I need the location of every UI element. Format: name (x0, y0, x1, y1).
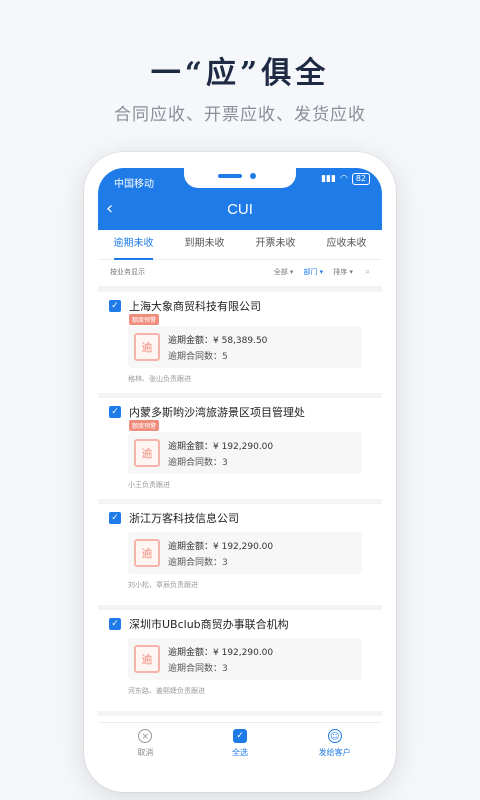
checkbox[interactable]: ✓ (109, 300, 121, 312)
overdue-count: 逾期合同数：3 (168, 458, 228, 468)
select-all-button[interactable]: ✓ 全选 (193, 723, 288, 780)
overdue-amount: 逾期金额：¥ 58,389.50 (168, 336, 268, 346)
tab-invoiced[interactable]: 开票未收 (240, 230, 311, 259)
send-to-customer-button[interactable]: ☺ 发给客户 (287, 723, 382, 780)
overdue-count: 逾期合同数：3 (168, 664, 228, 674)
list-item[interactable]: ✓ 深圳市UBclub商贸办事联合机构 逾 逾期金额：¥ 192,290.00 … (98, 610, 382, 716)
overdue-card: 逾 逾期金额：¥ 192,290.00 逾期合同数：3 (128, 638, 362, 680)
overdue-calendar-icon: 逾 (134, 333, 160, 361)
signal-icon: ▮▮▮ (321, 174, 336, 184)
followers-text: 格林、张山负责跟进 (128, 375, 191, 383)
bottom-action-bar: × 取消 ✓ 全选 ☺ 发给客户 (98, 722, 382, 780)
filter-all[interactable]: 全部 ▾ (274, 267, 294, 277)
wifi-icon: ◠ (339, 174, 348, 184)
phone-frame: 中国移动 ▮▮▮ ◠ 82 ‹ CUI 逾期未收 到期未收 开票未收 应收未收 … (84, 152, 396, 792)
warning-badge: 额度预警 (129, 420, 160, 431)
company-name: 上海大象商贸科技有限公司 (129, 300, 261, 313)
followers-text: 刘小松、章辰负责跟进 (128, 581, 198, 589)
overdue-card: 逾 逾期金额：¥ 192,290.00 逾期合同数：3 (128, 432, 362, 474)
checkbox[interactable]: ✓ (109, 618, 121, 630)
overdue-calendar-icon: 逾 (134, 645, 160, 673)
followers-text: 小王负责跟进 (128, 481, 170, 489)
tab-bar: 逾期未收 到期未收 开票未收 应收未收 (98, 230, 382, 260)
promo-headline: 一“应”俱全 (150, 56, 330, 91)
check-icon: ✓ (233, 729, 247, 743)
cancel-label: 取消 (137, 748, 154, 757)
filter-bar: 按业务显示 全部 ▾ 部门 ▾ 排序 ▾ ⌕ (98, 260, 382, 284)
overdue-amount: 逾期金额：¥ 192,290.00 (168, 542, 274, 552)
overdue-amount: 逾期金额：¥ 192,290.00 (168, 648, 274, 658)
checkbox[interactable]: ✓ (109, 406, 121, 418)
page-title: CUI (227, 201, 253, 218)
customer-list: ✓ 上海大象商贸科技有限公司 额度预警 逾 逾期金额：¥ 58,389.50 逾… (98, 292, 382, 716)
promo-subline: 合同应收、开票应收、发货应收 (114, 105, 366, 125)
phone-notch (184, 168, 296, 188)
overdue-count: 逾期合同数：5 (168, 352, 228, 362)
followers-text: 河东路、姜熙婕负责跟进 (128, 687, 205, 695)
select-all-label: 全选 (232, 748, 248, 757)
company-name: 深圳市UBclub商贸办事联合机构 (129, 618, 289, 631)
status-icons: ▮▮▮ ◠ 82 (321, 173, 370, 185)
app-screen: 中国移动 ▮▮▮ ◠ 82 ‹ CUI 逾期未收 到期未收 开票未收 应收未收 … (98, 168, 382, 780)
company-name: 内蒙多斯哟沙湾旅游景区项目管理处 (129, 406, 305, 419)
camera-icon (250, 173, 256, 179)
filter-sort[interactable]: 排序 ▾ (333, 267, 353, 277)
list-item[interactable]: ✓ 内蒙多斯哟沙湾旅游景区项目管理处 额度预警 逾 逾期金额：¥ 192,290… (98, 398, 382, 504)
company-name: 浙江万客科技信息公司 (129, 512, 239, 525)
list-item[interactable]: ✓ 浙江万客科技信息公司 逾 逾期金额：¥ 192,290.00 逾期合同数：3… (98, 504, 382, 610)
tab-overdue[interactable]: 逾期未收 (98, 230, 169, 260)
close-icon: × (138, 729, 153, 743)
send-label: 发给客户 (318, 748, 351, 757)
speaker-icon (218, 174, 242, 178)
carrier-label: 中国移动 (114, 179, 154, 190)
user-icon: ☺ (327, 729, 342, 743)
checkbox[interactable]: ✓ (109, 512, 121, 524)
overdue-count: 逾期合同数：3 (168, 558, 228, 568)
search-icon[interactable]: ⌕ (365, 267, 370, 277)
list-item[interactable]: ✓ 上海大象商贸科技有限公司 额度预警 逾 逾期金额：¥ 58,389.50 逾… (98, 292, 382, 398)
cancel-button[interactable]: × 取消 (98, 723, 193, 780)
filter-department[interactable]: 部门 ▾ (303, 267, 323, 277)
tab-due[interactable]: 到期未收 (169, 230, 240, 259)
warning-badge: 额度预警 (129, 314, 160, 325)
overdue-calendar-icon: 逾 (134, 539, 160, 567)
overdue-calendar-icon: 逾 (134, 439, 160, 467)
overdue-card: 逾 逾期金额：¥ 58,389.50 逾期合同数：5 (128, 326, 362, 368)
overdue-card: 逾 逾期金额：¥ 192,290.00 逾期合同数：3 (128, 532, 362, 574)
overdue-amount: 逾期金额：¥ 192,290.00 (168, 442, 274, 452)
app-header: 中国移动 ▮▮▮ ◠ 82 ‹ CUI (98, 168, 382, 230)
display-mode-toggle[interactable]: 按业务显示 (110, 267, 264, 277)
battery-icon: 82 (351, 173, 370, 185)
tab-receivable[interactable]: 应收未收 (311, 230, 382, 259)
